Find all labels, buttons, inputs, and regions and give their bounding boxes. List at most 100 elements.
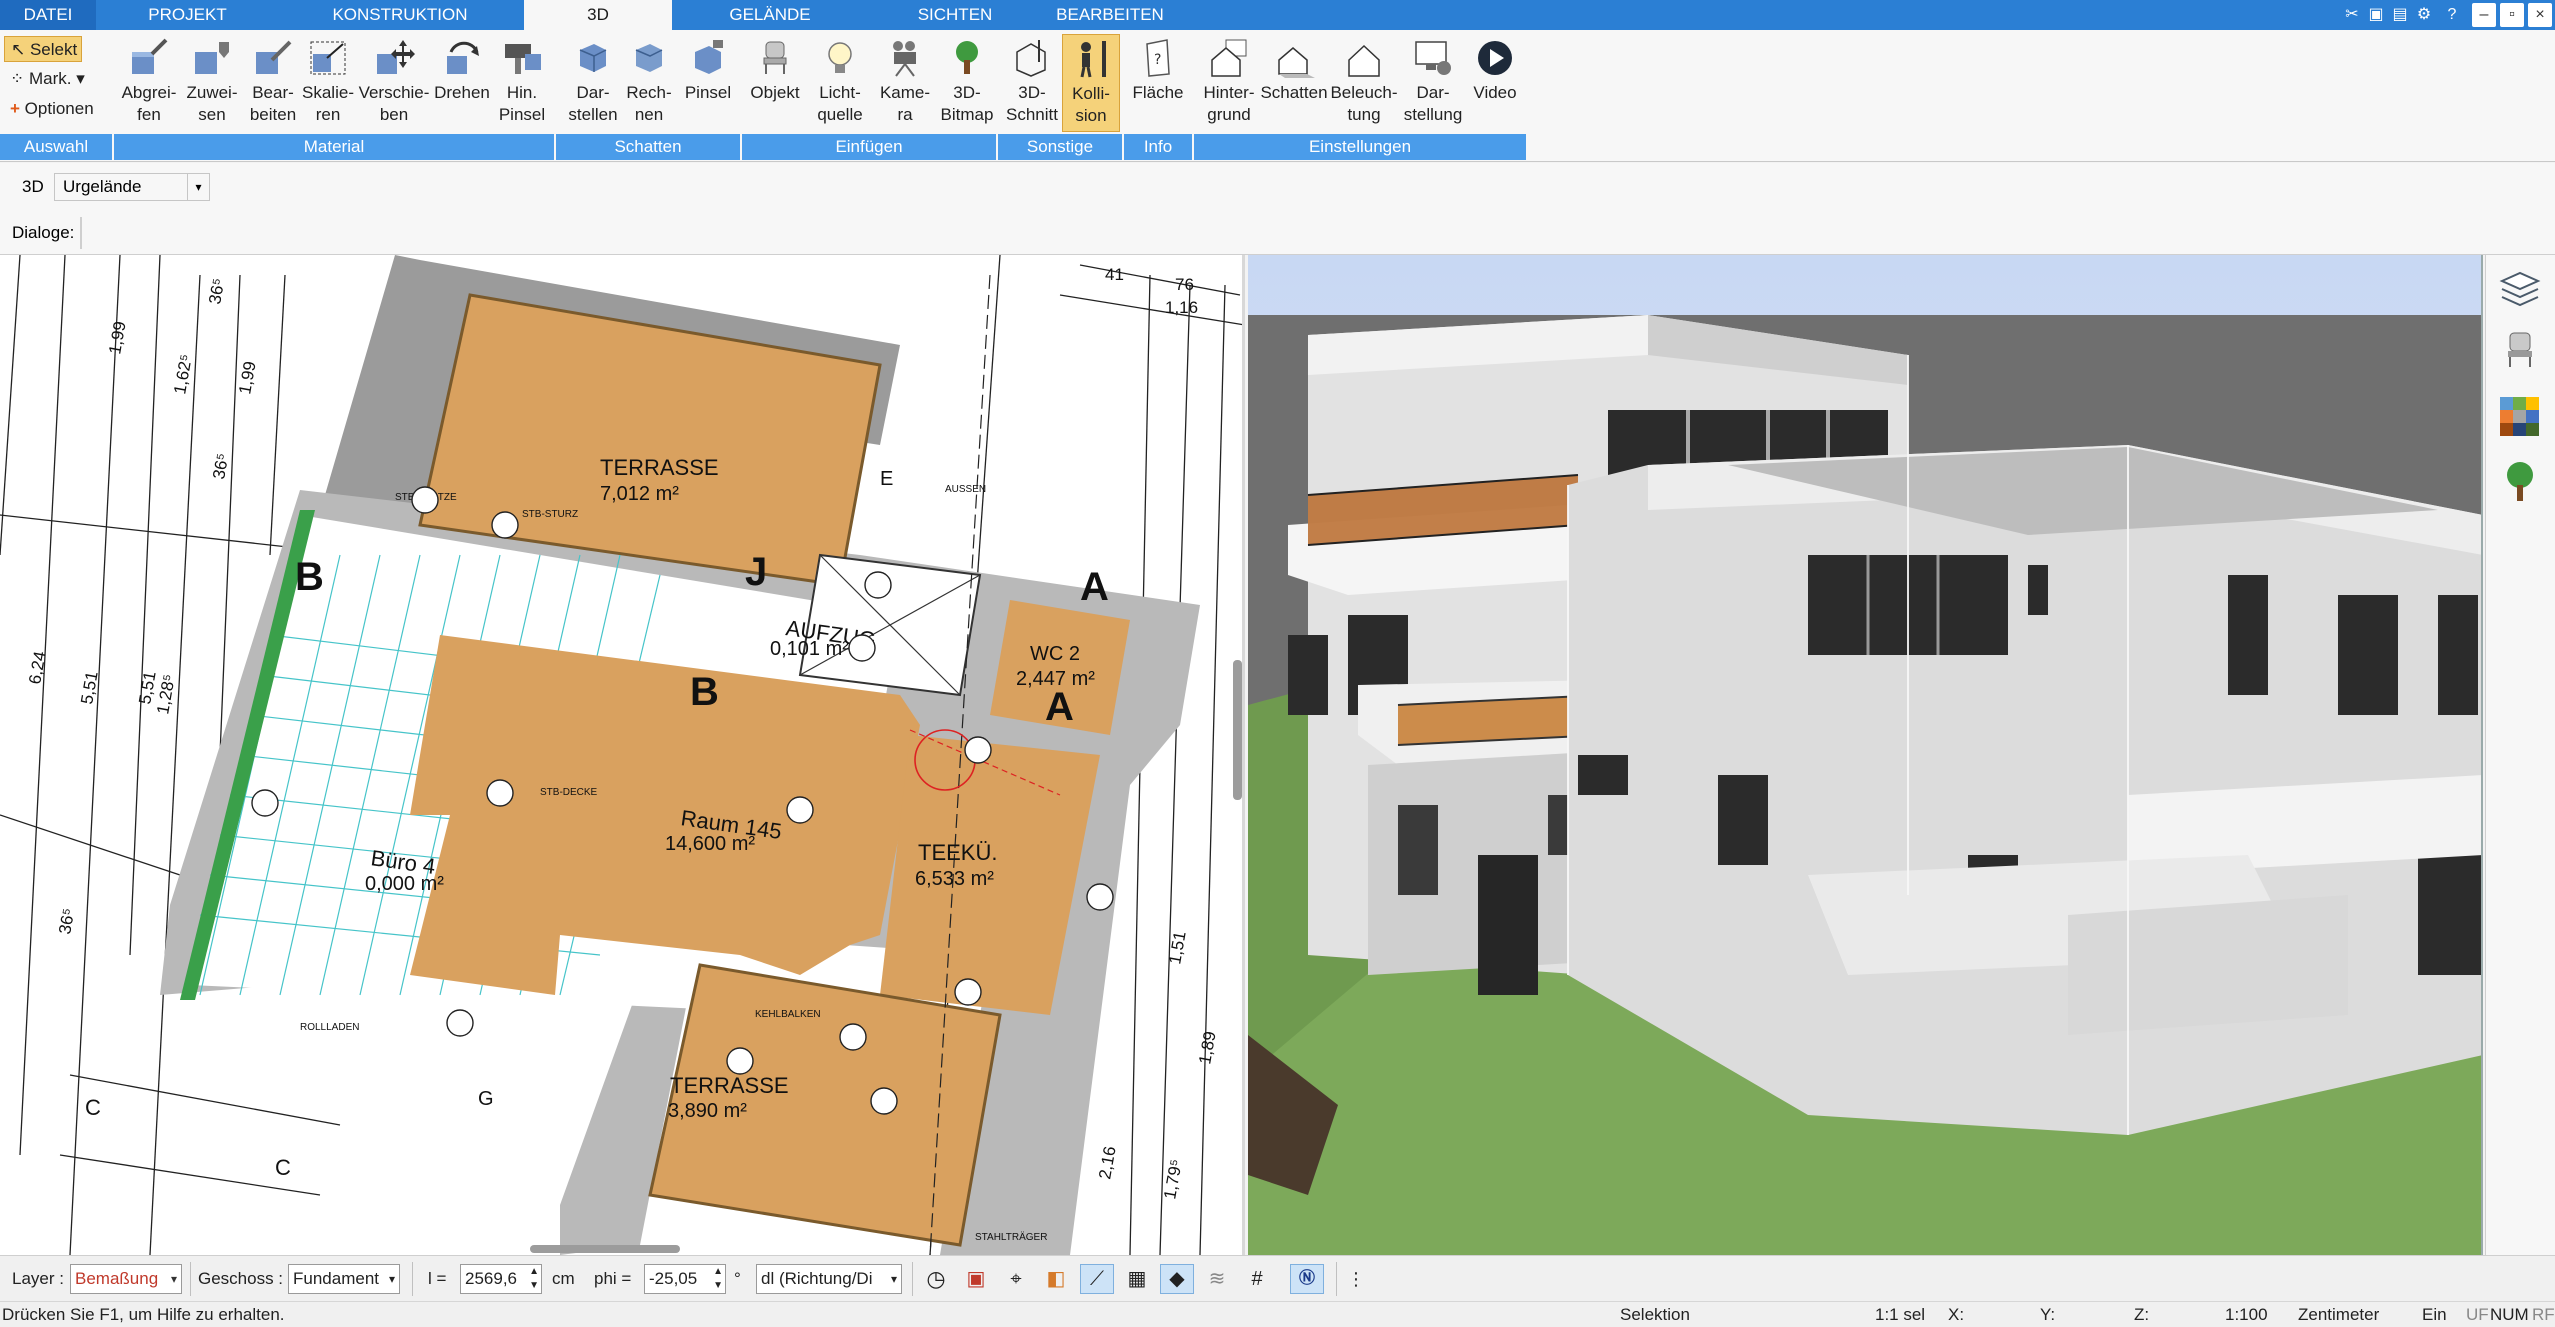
kollision-button[interactable]: Kolli- sion bbox=[1062, 34, 1120, 132]
grid-icon[interactable]: # bbox=[1240, 1264, 1274, 1294]
spinner-icon[interactable]: ▲ ▼ bbox=[529, 1265, 539, 1293]
edit-material-icon bbox=[256, 40, 292, 74]
fill-toggle-icon[interactable]: ◆ bbox=[1160, 1264, 1194, 1294]
angle-value: -25,05 bbox=[649, 1269, 698, 1288]
layer-select[interactable]: Bemaßung ▾ bbox=[70, 1264, 182, 1294]
terrain-select-value: Urgelände bbox=[63, 177, 142, 196]
note-label: AUSSEN bbox=[945, 484, 986, 495]
camera-icon[interactable]: ⌖ bbox=[1000, 1264, 1032, 1294]
group-info: Info bbox=[1124, 134, 1192, 160]
clock-icon[interactable]: ◷ bbox=[920, 1264, 952, 1294]
eyedropper-icon bbox=[132, 38, 168, 74]
room-area-aufzug: 0,101 m² bbox=[770, 638, 849, 660]
dialog-bar: Dialoge: bbox=[0, 211, 2555, 255]
darstellung-button[interactable]: Dar- stellung bbox=[1400, 34, 1466, 132]
pinsel-button[interactable]: Pinsel bbox=[680, 34, 736, 132]
room-area-teekue: 6,533 m² bbox=[915, 868, 994, 890]
bearbeiten-button[interactable]: Bear- beiten bbox=[244, 34, 302, 132]
hintergrund-button[interactable]: Hinter- grund bbox=[1198, 34, 1260, 132]
side-panel bbox=[2485, 255, 2555, 1255]
length-input[interactable]: 2569,6 ▲ ▼ bbox=[460, 1264, 542, 1294]
materials-icon[interactable] bbox=[2498, 395, 2542, 439]
tree-icon[interactable] bbox=[2498, 459, 2542, 503]
layout-icon[interactable]: ▤ bbox=[2388, 3, 2412, 27]
select-button[interactable]: ↖ Selekt bbox=[4, 36, 82, 62]
flaeche-label: Fläche bbox=[1132, 83, 1184, 102]
tab-konstruktion[interactable]: KONSTRUKTION bbox=[300, 0, 500, 30]
palette-icon[interactable]: ▣ bbox=[2364, 3, 2388, 27]
move-icon bbox=[377, 40, 415, 74]
group-schatten: Schatten bbox=[556, 134, 740, 160]
mark-button[interactable]: ⁘ Mark. ▾ bbox=[4, 66, 92, 92]
brush-icon bbox=[505, 44, 541, 74]
3d-view[interactable] bbox=[1248, 255, 2483, 1255]
tab-projekt[interactable]: PROJEKT bbox=[100, 0, 275, 30]
schatten-settings-button[interactable]: Schatten bbox=[1260, 34, 1328, 132]
layer-label: Layer : bbox=[12, 1269, 64, 1288]
zuweisen-button[interactable]: Zuwei- sen bbox=[182, 34, 242, 132]
dim-label: 36⁵ bbox=[55, 907, 78, 936]
monitor-icon[interactable]: ▣ bbox=[960, 1264, 992, 1294]
options-button[interactable]: + Optionen bbox=[4, 96, 104, 122]
hatch-icon[interactable]: ▦ bbox=[1120, 1264, 1154, 1294]
tab-datei[interactable]: DATEI bbox=[0, 0, 96, 30]
schnitt-button[interactable]: 3D- Schnitt bbox=[1002, 34, 1062, 132]
floor-select[interactable]: Fundament ▾ bbox=[288, 1264, 400, 1294]
minimize-icon[interactable]: – bbox=[2472, 3, 2496, 27]
abgreifen-button[interactable]: Abgrei- fen bbox=[118, 34, 180, 132]
bitmap-button[interactable]: 3D- Bitmap bbox=[936, 34, 998, 132]
wall-toggle-icon[interactable]: ⟋ bbox=[1080, 1264, 1114, 1294]
num-indicator: NUM bbox=[2490, 1305, 2529, 1324]
tab-gelaende[interactable]: GELÄNDE bbox=[690, 0, 850, 30]
dim-label: 1,99 bbox=[105, 320, 129, 356]
note-label: STB-DECKE bbox=[540, 787, 598, 798]
background-icon bbox=[1211, 39, 1247, 77]
ein-indicator: Ein bbox=[2422, 1305, 2447, 1324]
scale-text: 1:100 bbox=[2225, 1305, 2268, 1324]
video-label: Video bbox=[1473, 83, 1517, 102]
darstellen-button[interactable]: Dar- stellen bbox=[562, 34, 624, 132]
verschieben-button[interactable]: Verschie- ben bbox=[356, 34, 432, 132]
tab-sichten[interactable]: SICHTEN bbox=[870, 0, 1040, 30]
video-button[interactable]: Video bbox=[1466, 34, 1524, 132]
angle-input[interactable]: -25,05 ▲ ▼ bbox=[644, 1264, 726, 1294]
rechnen-label: Rech- nen bbox=[626, 83, 672, 124]
objekt-button[interactable]: Objekt bbox=[744, 34, 806, 132]
help-icon[interactable]: ? bbox=[2440, 3, 2464, 27]
display-settings-icon bbox=[1415, 41, 1451, 75]
terrain-select[interactable]: Urgelände ▾ bbox=[54, 173, 210, 201]
close-icon[interactable]: × bbox=[2528, 3, 2552, 27]
more-options-icon[interactable]: ⋮ bbox=[1344, 1264, 1368, 1294]
beleuchtung-button[interactable]: Beleuch- tung bbox=[1330, 34, 1398, 132]
rechnen-button[interactable]: Rech- nen bbox=[624, 34, 674, 132]
kamera-button[interactable]: Kame- ra bbox=[874, 34, 936, 132]
room-label-terrasse-top: TERRASSE bbox=[600, 455, 719, 480]
terrain-toggle-icon[interactable]: ≋ bbox=[1200, 1264, 1234, 1294]
settings-icon[interactable]: ⚙ bbox=[2412, 3, 2436, 27]
direction-select[interactable]: dl (Richtung/Di ▾ bbox=[756, 1264, 902, 1294]
section-marker: C bbox=[275, 1155, 291, 1180]
maximize-icon[interactable]: ▫ bbox=[2500, 3, 2524, 27]
layers-toggle-icon[interactable]: ◧ bbox=[1040, 1264, 1072, 1294]
group-einstellungen: Einstellungen bbox=[1194, 134, 1526, 160]
geschoss-label: Geschoss : bbox=[198, 1269, 284, 1288]
layers-icon[interactable] bbox=[2498, 267, 2542, 311]
cube-compute-icon bbox=[635, 44, 663, 72]
room-label-teekue: TEEKÜ. bbox=[918, 840, 997, 865]
dim-label: 36⁵ bbox=[205, 277, 228, 306]
hin-pinsel-button[interactable]: Hin. Pinsel bbox=[494, 34, 550, 132]
section-marker: E bbox=[880, 468, 893, 490]
tab-bearbeiten[interactable]: BEARBEITEN bbox=[1040, 0, 1180, 30]
floorplan-view[interactable]: TERRASSE 7,012 m² AUFZUG 0,101 m² WC 2 2… bbox=[0, 255, 1245, 1255]
drehen-button[interactable]: Drehen bbox=[432, 34, 492, 132]
skalieren-button[interactable]: Skalie- ren bbox=[302, 34, 354, 132]
tools-icon[interactable]: ✂ bbox=[2340, 3, 2364, 27]
flaeche-button[interactable]: ? Fläche bbox=[1128, 34, 1188, 132]
schatten-settings-label: Schatten bbox=[1260, 83, 1328, 102]
chair-icon[interactable] bbox=[2498, 327, 2542, 371]
north-arrow-icon[interactable]: Ⓝ bbox=[1290, 1264, 1324, 1294]
tab-3d[interactable]: 3D bbox=[524, 0, 672, 30]
divider bbox=[912, 1262, 913, 1296]
spinner-icon[interactable]: ▲ ▼ bbox=[713, 1265, 723, 1293]
lichtquelle-button[interactable]: Licht- quelle bbox=[808, 34, 872, 132]
